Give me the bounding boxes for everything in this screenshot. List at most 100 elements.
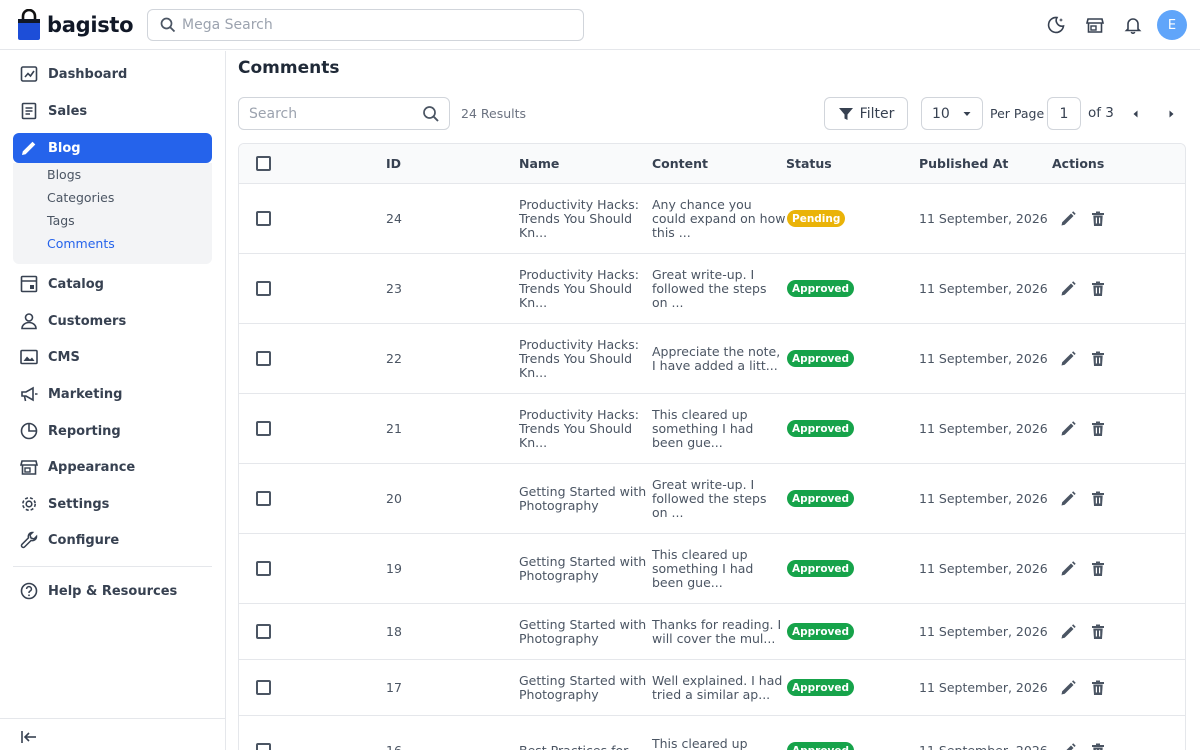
cell-name: Photography — [519, 687, 599, 702]
delete-icon[interactable] — [1089, 560, 1107, 578]
column-header-published-at[interactable]: Published At — [919, 156, 1008, 171]
cell-name: Trends You Should — [519, 281, 633, 296]
row-checkbox[interactable] — [256, 680, 271, 695]
status-badge: Approved — [787, 623, 855, 640]
cell-id: 18 — [386, 624, 402, 639]
pencil-icon — [22, 141, 36, 155]
sidebar-item-sales[interactable]: Sales — [13, 96, 212, 126]
storefront-icon[interactable] — [1084, 14, 1106, 36]
cell-content: This cleared up — [652, 407, 748, 422]
logo[interactable]: bagisto — [17, 9, 134, 41]
next-page-icon[interactable] — [1163, 106, 1179, 122]
chevron-down-icon — [963, 111, 971, 116]
sidebar-item-label: Blog — [48, 140, 81, 156]
delete-icon[interactable] — [1089, 280, 1107, 298]
cell-content: something I had — [652, 561, 754, 576]
cell-published-at: 11 September, 2026 — [919, 624, 1048, 639]
sidebar-item-label: CMS — [48, 349, 80, 365]
cell-name: Productivity Hacks: — [519, 407, 639, 422]
sidebar-item-settings[interactable]: Settings — [13, 489, 212, 519]
column-header-name[interactable]: Name — [519, 156, 559, 171]
sidebar-item-reporting[interactable]: Reporting — [13, 416, 212, 446]
sidebar-item-marketing[interactable]: Marketing — [13, 379, 212, 409]
row-checkbox[interactable] — [256, 491, 271, 506]
row-checkbox[interactable] — [256, 743, 271, 750]
sidebar-item-label: Configure — [48, 532, 120, 548]
bell-icon[interactable] — [1122, 14, 1144, 36]
sidebar-item-label: Catalog — [48, 276, 104, 292]
prev-page-icon[interactable] — [1128, 106, 1144, 122]
submenu-item-categories[interactable]: Categories — [47, 190, 114, 205]
delete-icon[interactable] — [1089, 679, 1107, 697]
column-header-content[interactable]: Content — [652, 156, 708, 171]
submenu-item-tags[interactable]: Tags — [47, 213, 75, 228]
logo-text: bagisto — [47, 13, 134, 37]
column-header-status[interactable]: Status — [786, 156, 832, 171]
search-icon[interactable] — [422, 105, 440, 123]
mega-search[interactable] — [147, 9, 584, 41]
sidebar-item-appearance[interactable]: Appearance — [13, 452, 212, 482]
column-header-id[interactable]: ID — [386, 156, 401, 171]
datagrid-search-input[interactable] — [249, 105, 414, 122]
cell-published-at: 11 September, 2026 — [919, 281, 1048, 296]
sidebar-item-dashboard[interactable]: Dashboard — [13, 59, 212, 89]
bag-logo-icon — [18, 9, 40, 40]
page-number-input[interactable]: 1 — [1047, 97, 1081, 130]
sidebar-item-label: Reporting — [48, 423, 121, 439]
status-badge: Approved — [787, 350, 855, 367]
cell-name: Productivity Hacks: — [519, 267, 639, 282]
collapse-sidebar-icon[interactable] — [19, 727, 39, 747]
table-row: 24 Productivity Hacks: Trends You Should Kn… — [239, 184, 1185, 254]
moon-icon[interactable] — [1045, 14, 1067, 36]
cell-id: 20 — [386, 491, 402, 506]
row-checkbox[interactable] — [256, 351, 271, 366]
filter-button[interactable]: Filter — [824, 97, 908, 130]
delete-icon[interactable] — [1089, 210, 1107, 228]
mega-search-input[interactable] — [182, 17, 562, 33]
delete-icon[interactable] — [1089, 420, 1107, 438]
dashboard-icon — [20, 66, 38, 82]
datagrid-search[interactable] — [238, 97, 450, 130]
cell-content: Any chance you — [652, 197, 752, 212]
sidebar-divider — [13, 566, 212, 567]
status-badge: Approved — [787, 420, 855, 437]
cell-published-at: 11 September, 2026 — [919, 211, 1048, 226]
sidebar-item-configure[interactable]: Configure — [13, 525, 212, 555]
delete-icon[interactable] — [1089, 742, 1107, 750]
row-checkbox[interactable] — [256, 281, 271, 296]
row-checkbox[interactable] — [256, 421, 271, 436]
table-header: ID Name Content Status Published At Acti… — [239, 144, 1185, 184]
delete-icon[interactable] — [1089, 490, 1107, 508]
avatar-initial: E — [1167, 17, 1177, 33]
edit-icon[interactable] — [1059, 490, 1077, 508]
edit-icon[interactable] — [1059, 210, 1077, 228]
sidebar-item-cms[interactable]: CMS — [13, 342, 212, 372]
submenu-item-comments[interactable]: Comments — [47, 236, 115, 251]
sidebar-item-label: Customers — [48, 313, 127, 329]
status-badge: Approved — [787, 679, 855, 696]
cell-name: Trends You Should — [519, 421, 633, 436]
edit-icon[interactable] — [1059, 420, 1077, 438]
row-checkbox[interactable] — [256, 561, 271, 576]
edit-icon[interactable] — [1059, 623, 1077, 641]
status-badge: Approved — [787, 560, 855, 577]
sidebar-item-blog[interactable]: Blog — [13, 133, 212, 163]
delete-icon[interactable] — [1089, 623, 1107, 641]
cell-name: Trends You Should — [519, 351, 633, 366]
catalog-icon — [20, 275, 38, 293]
delete-icon[interactable] — [1089, 350, 1107, 368]
sidebar-item-help[interactable]: Help & Resources — [13, 576, 212, 606]
sidebar-item-customers[interactable]: Customers — [13, 306, 212, 336]
edit-icon[interactable] — [1059, 560, 1077, 578]
select-all-checkbox[interactable] — [256, 156, 271, 171]
submenu-item-blogs[interactable]: Blogs — [47, 167, 81, 182]
per-page-select[interactable]: 10 — [921, 97, 983, 130]
avatar[interactable]: E — [1157, 10, 1187, 40]
edit-icon[interactable] — [1059, 350, 1077, 368]
edit-icon[interactable] — [1059, 742, 1077, 750]
edit-icon[interactable] — [1059, 280, 1077, 298]
row-checkbox[interactable] — [256, 624, 271, 639]
sidebar-item-catalog[interactable]: Catalog — [13, 269, 212, 299]
edit-icon[interactable] — [1059, 679, 1077, 697]
row-checkbox[interactable] — [256, 211, 271, 226]
